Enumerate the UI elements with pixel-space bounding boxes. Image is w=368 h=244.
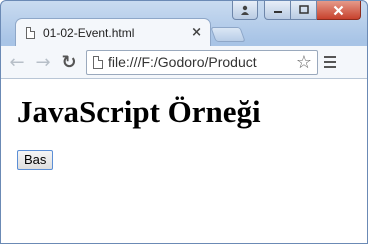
browser-window: 01-02-Event.html × ← → ↻ file:///F:/Godo… bbox=[0, 0, 368, 244]
forward-button[interactable]: → bbox=[30, 49, 56, 75]
tab-close-icon[interactable]: × bbox=[191, 25, 202, 40]
url-text[interactable]: file:///F:/Godoro/Product bbox=[108, 54, 317, 70]
page-heading: JavaScript Örneği bbox=[17, 94, 261, 129]
minimize-icon[interactable] bbox=[264, 1, 291, 20]
address-bar[interactable]: file:///F:/Godoro/Product ☆ bbox=[86, 49, 318, 75]
bookmark-star-icon[interactable]: ☆ bbox=[293, 51, 315, 74]
new-tab-button[interactable] bbox=[210, 27, 246, 42]
tab-active[interactable]: 01-02-Event.html × bbox=[15, 18, 211, 46]
browser-toolbar: ← → ↻ file:///F:/Godoro/Product ☆ bbox=[1, 46, 367, 79]
document-icon bbox=[26, 26, 35, 39]
window-controls bbox=[232, 1, 361, 21]
maximize-icon[interactable] bbox=[291, 1, 317, 20]
tab-title: 01-02-Event.html bbox=[43, 25, 135, 40]
back-button[interactable]: ← bbox=[4, 49, 30, 75]
bas-button[interactable]: Bas bbox=[17, 150, 54, 170]
page-viewport: JavaScript Örneği Bas bbox=[1, 79, 367, 243]
reload-button[interactable]: ↻ bbox=[56, 49, 82, 75]
user-icon[interactable] bbox=[232, 1, 258, 20]
close-icon[interactable] bbox=[317, 1, 361, 20]
menu-icon[interactable] bbox=[324, 56, 340, 68]
page-icon bbox=[93, 55, 103, 69]
